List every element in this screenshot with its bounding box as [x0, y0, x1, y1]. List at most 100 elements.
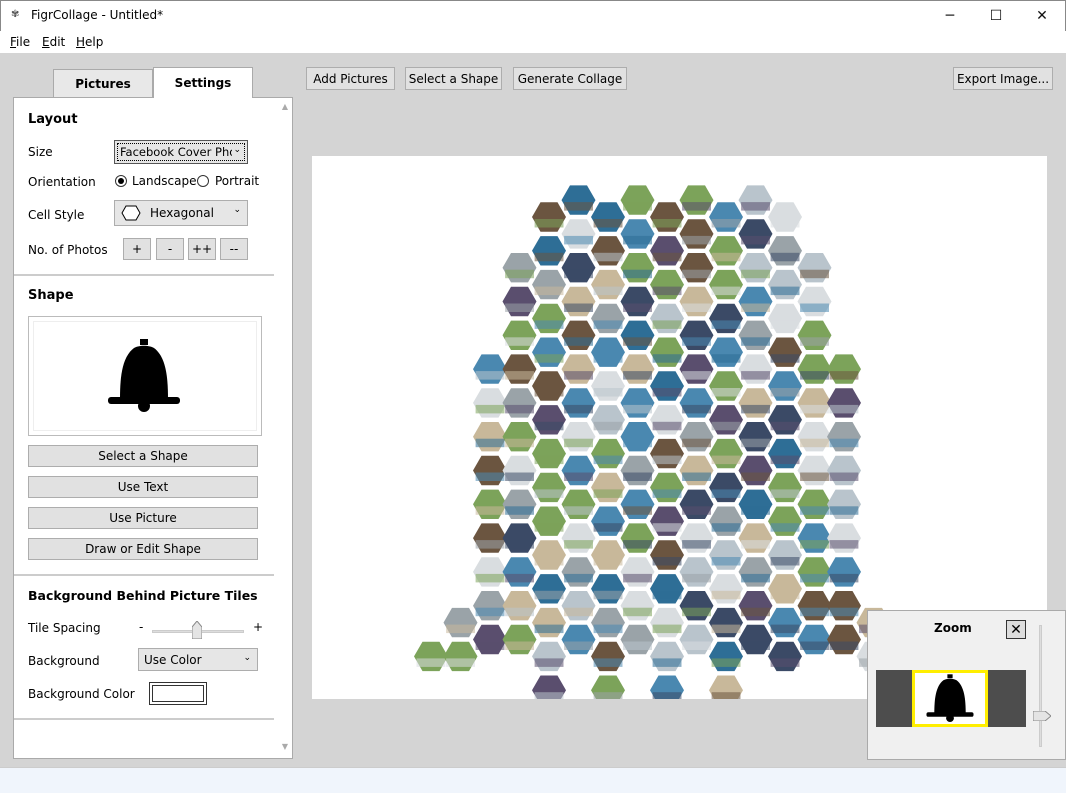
- generate-collage-button[interactable]: Generate Collage: [513, 67, 627, 90]
- export-image-button[interactable]: Export Image...: [953, 67, 1053, 90]
- add-photo-button[interactable]: +: [123, 238, 151, 260]
- menu-help[interactable]: Help: [76, 35, 103, 49]
- zoom-slider-thumb[interactable]: [1033, 711, 1051, 721]
- photo-tile: [738, 219, 773, 249]
- portrait-label[interactable]: Portrait: [215, 174, 259, 188]
- photo-tile: [502, 455, 537, 486]
- photo-tile: [502, 591, 537, 621]
- photo-tile: [738, 489, 773, 519]
- zoom-title: Zoom: [934, 621, 972, 635]
- photo-tile: [738, 286, 773, 317]
- photo-tile: [797, 286, 832, 317]
- size-value: Facebook Cover Pho: [120, 145, 232, 159]
- background-dropdown[interactable]: Use Color ⌄: [138, 648, 258, 671]
- photo-tile: [827, 354, 861, 384]
- photo-tile: [709, 540, 743, 570]
- photo-tile: [650, 202, 684, 232]
- draw-edit-shape-button[interactable]: Draw or Edit Shape: [28, 538, 258, 560]
- status-bar: [0, 767, 1066, 793]
- photo-tile: [738, 624, 773, 655]
- photo-tile: [532, 472, 566, 503]
- photo-tile: [532, 337, 566, 367]
- photo-tile: [797, 354, 832, 384]
- photo-tile: [650, 574, 684, 604]
- scroll-up-arrow[interactable]: ▲: [278, 102, 292, 111]
- photo-tile: [561, 286, 596, 317]
- tile-spacing-slider-thumb[interactable]: [192, 621, 202, 639]
- photo-tile: [620, 219, 655, 249]
- app-icon: ✾: [11, 9, 20, 20]
- photo-tile: [768, 641, 802, 672]
- photo-tile: [532, 438, 566, 469]
- photo-tile: [827, 422, 861, 452]
- photo-tile: [473, 624, 507, 655]
- photo-tile: [679, 354, 714, 384]
- tile-spacing-plus: +: [253, 620, 264, 634]
- photo-tile: [502, 422, 537, 452]
- photo-tile: [591, 337, 625, 367]
- chevron-down-icon: ⌄: [233, 205, 241, 215]
- tile-spacing-label: Tile Spacing: [28, 621, 101, 635]
- use-picture-button[interactable]: Use Picture: [28, 507, 258, 529]
- photo-tile: [473, 388, 507, 418]
- landscape-label[interactable]: Landscape: [132, 174, 196, 188]
- photo-tile: [738, 455, 773, 486]
- use-text-button[interactable]: Use Text: [28, 476, 258, 498]
- shape-preview: [28, 316, 262, 436]
- size-dropdown[interactable]: Facebook Cover Pho ⌄: [114, 140, 248, 164]
- remove-photo-button[interactable]: -: [156, 238, 184, 260]
- zoom-viewport-frame[interactable]: [912, 670, 988, 727]
- photo-tile: [768, 371, 802, 401]
- photo-tile: [797, 489, 832, 519]
- photo-tile: [650, 371, 684, 401]
- tab-settings[interactable]: Settings: [153, 67, 253, 98]
- photo-tile: [591, 202, 625, 232]
- photo-tile: [679, 523, 714, 553]
- landscape-radio[interactable]: [115, 175, 127, 187]
- photo-tile: [679, 185, 714, 215]
- chevron-down-icon: ⌄: [233, 145, 241, 155]
- photo-tile: [502, 253, 537, 283]
- add-pictures-button[interactable]: Add Pictures: [306, 67, 395, 90]
- portrait-radio[interactable]: [197, 175, 209, 187]
- photo-tile: [768, 405, 802, 435]
- maximize-button[interactable]: ☐: [973, 1, 1019, 31]
- photo-tile: [679, 219, 714, 249]
- photo-tile: [591, 607, 625, 638]
- photo-tile: [502, 388, 537, 418]
- photo-tile: [591, 641, 625, 672]
- photo-tile: [650, 236, 684, 266]
- scroll-down-arrow[interactable]: ▼: [278, 742, 292, 751]
- photo-tile: [709, 371, 743, 401]
- menu-edit[interactable]: Edit: [42, 35, 65, 49]
- select-shape-button[interactable]: Select a Shape: [28, 445, 258, 467]
- bell-icon: [108, 339, 180, 412]
- photo-tile: [709, 607, 743, 638]
- photo-tile: [827, 557, 861, 587]
- cell-style-dropdown[interactable]: Hexagonal ⌄: [114, 200, 248, 226]
- photo-tile: [768, 337, 802, 367]
- background-color-swatch[interactable]: [149, 682, 207, 705]
- menu-file[interactable]: File: [10, 35, 30, 49]
- photo-tile: [473, 422, 507, 452]
- remove-many-photos-button[interactable]: --: [220, 238, 248, 260]
- minimize-button[interactable]: ─: [927, 1, 973, 31]
- select-shape-toolbar-button[interactable]: Select a Shape: [405, 67, 502, 90]
- photo-tile: [768, 236, 802, 266]
- cell-style-label: Cell Style: [28, 208, 85, 222]
- close-button[interactable]: ✕: [1019, 1, 1065, 31]
- zoom-slider[interactable]: [1039, 625, 1042, 747]
- photo-tile: [591, 405, 625, 435]
- add-many-photos-button[interactable]: ++: [188, 238, 216, 260]
- zoom-close-button[interactable]: ✕: [1006, 620, 1026, 639]
- photo-tile: [532, 607, 566, 638]
- photo-tile: [679, 388, 714, 418]
- photo-tile: [473, 354, 507, 384]
- tab-pictures[interactable]: Pictures: [53, 69, 153, 98]
- photo-tile: [650, 405, 684, 435]
- photo-tile: [679, 557, 714, 587]
- photo-tile: [502, 354, 537, 384]
- photo-tile: [679, 624, 714, 655]
- photo-tile: [561, 388, 596, 418]
- background-color-label: Background Color: [28, 687, 135, 701]
